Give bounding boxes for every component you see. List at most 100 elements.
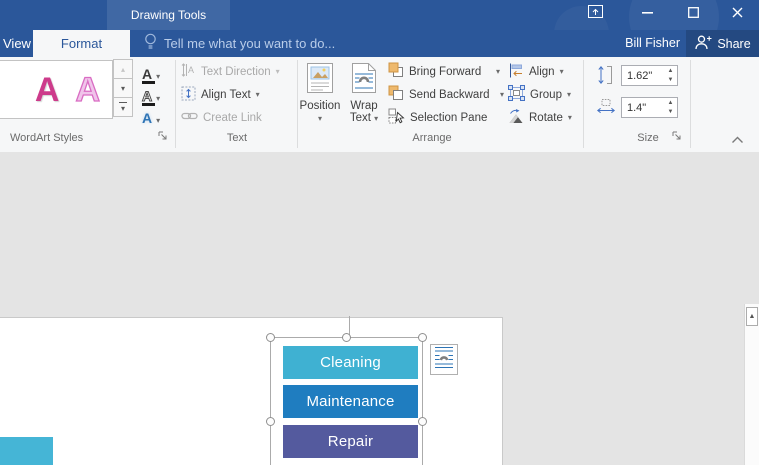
send-backward-button[interactable]: Send Backward ▾ [388, 86, 504, 103]
tell-me-box[interactable]: Tell me what you want to do... [144, 30, 335, 57]
shape-width-spinner[interactable]: ▲ ▼ [664, 97, 677, 118]
resize-handle-middle-left[interactable] [266, 417, 275, 426]
wrap-text-icon [352, 63, 376, 96]
document-page[interactable] [0, 317, 503, 465]
group-separator [175, 60, 176, 148]
resize-handle-top-right[interactable] [418, 333, 427, 342]
gallery-scroll-down-button[interactable]: ▾ [113, 78, 133, 98]
text-outline-button[interactable]: A ▾ [138, 82, 172, 103]
tell-me-placeholder: Tell me what you want to do... [164, 36, 335, 51]
bring-forward-icon [388, 62, 404, 81]
wordart-style-option-2[interactable]: A [75, 73, 100, 107]
text-group-label: Text [217, 132, 257, 144]
shape-height-spinner[interactable]: ▲ ▼ [664, 65, 677, 86]
dropdown-icon: ▾ [156, 95, 160, 103]
ribbon-display-options-button[interactable] [578, 0, 612, 28]
scrollbar-up-button[interactable]: ▲ [746, 307, 758, 326]
rotate-objects-icon [508, 109, 524, 127]
spinner-down-icon[interactable]: ▼ [668, 109, 674, 115]
vertical-scrollbar[interactable]: ▲ [744, 304, 759, 465]
resize-handle-middle-right[interactable] [418, 417, 427, 426]
wrap-text-button[interactable]: Wrap Text ▾ [343, 60, 385, 132]
text-direction-button[interactable]: A Text Direction ▾ [181, 63, 280, 80]
spinner-up-icon[interactable]: ▲ [668, 68, 674, 74]
gallery-more-button[interactable]: ▾ [113, 97, 133, 117]
dropdown-icon: ▾ [156, 73, 160, 81]
dropdown-icon[interactable]: ▾ [500, 91, 504, 99]
share-person-icon [694, 35, 712, 53]
document-canvas: e , safe, and clean Cleaning Maintenance… [0, 152, 759, 465]
wordart-style-gallery[interactable]: A A [0, 60, 113, 119]
minimize-button[interactable] [630, 0, 664, 28]
position-icon [307, 63, 333, 96]
dropdown-icon: ▾ [374, 114, 378, 123]
dropdown-icon: ▾ [567, 91, 571, 99]
word-window: Drawing Tools View Format Tell [0, 0, 759, 465]
close-icon [732, 5, 743, 23]
gallery-scroll-buttons: ▴ ▾ ▾ [113, 60, 133, 119]
dropdown-icon: ▾ [568, 114, 572, 122]
layout-options-icon [434, 345, 454, 375]
text-effects-button[interactable]: A ▾ [138, 104, 172, 125]
dropdown-icon: ▾ [318, 115, 322, 123]
maximize-icon [688, 5, 699, 23]
dropdown-icon: ▾ [156, 117, 160, 125]
text-outline-icon: A [142, 90, 152, 103]
dropdown-icon: ▾ [256, 91, 260, 99]
contextual-tab-drawing-tools[interactable]: Drawing Tools [107, 0, 230, 30]
link-icon [181, 111, 198, 124]
text-direction-icon: A [181, 63, 196, 80]
align-button[interactable]: Align ▾ [508, 63, 564, 80]
wordart-title-letter[interactable]: e [0, 437, 53, 465]
spinner-up-icon[interactable]: ▲ [668, 100, 674, 106]
group-separator [583, 60, 584, 148]
wordart-styles-group-label: WordArt Styles [10, 132, 83, 144]
shape-height-icon [596, 65, 615, 90]
dropdown-icon[interactable]: ▾ [496, 68, 500, 76]
share-button[interactable]: Share [686, 30, 759, 57]
share-label: Share [717, 37, 750, 51]
signed-in-user[interactable]: Bill Fisher [608, 30, 680, 57]
spinner-down-icon[interactable]: ▼ [668, 77, 674, 83]
shape-width-icon [596, 98, 616, 120]
collapse-ribbon-button[interactable] [731, 131, 744, 149]
smartart-shape-maintenance[interactable]: Maintenance [283, 385, 418, 418]
smartart-shape-repair[interactable]: Repair [283, 425, 418, 458]
size-group-label: Size [628, 132, 668, 144]
tab-format[interactable]: Format [33, 30, 130, 57]
size-dialog-launcher[interactable] [671, 130, 683, 142]
position-button[interactable]: Position ▾ [299, 60, 341, 132]
tab-view[interactable]: View [0, 30, 36, 57]
layout-options-button[interactable] [430, 344, 458, 375]
group-button[interactable]: Group ▾ [508, 86, 571, 103]
group-objects-icon [508, 85, 525, 104]
minimize-icon [642, 5, 653, 23]
text-effects-icon: A [142, 112, 152, 125]
svg-text:A: A [188, 65, 194, 75]
resize-handle-top-center[interactable] [342, 333, 351, 342]
dropdown-icon: ▾ [276, 68, 280, 76]
text-fill-button[interactable]: A ▾ [138, 60, 172, 81]
arrange-group-label: Arrange [402, 132, 462, 144]
align-text-icon [181, 86, 196, 104]
maximize-button[interactable] [676, 0, 710, 28]
rotate-button[interactable]: Rotate ▾ [508, 109, 572, 126]
wordart-style-option-1[interactable]: A [35, 73, 60, 107]
lightbulb-icon [144, 33, 157, 54]
selection-pane-button[interactable]: Selection Pane [388, 109, 487, 126]
ribbon-display-options-icon [588, 5, 603, 23]
ribbon: A A ▴ ▾ ▾ A ▾ A ▾ A ▾ Wor [0, 57, 759, 153]
resize-handle-top-left[interactable] [266, 333, 275, 342]
gallery-scroll-up-button[interactable]: ▴ [113, 59, 133, 79]
align-text-button[interactable]: Align Text ▾ [181, 86, 260, 103]
text-fill-icon: A [142, 68, 152, 81]
group-separator [690, 60, 691, 148]
group-separator [297, 60, 298, 148]
wordart-dialog-launcher[interactable] [157, 130, 169, 142]
smartart-shape-cleaning[interactable]: Cleaning [283, 346, 418, 379]
bring-forward-button[interactable]: Bring Forward ▾ [388, 63, 500, 80]
selection-pane-icon [388, 108, 405, 127]
close-button[interactable] [720, 0, 754, 28]
align-objects-icon [508, 63, 524, 81]
create-link-button[interactable]: Create Link [181, 109, 262, 126]
